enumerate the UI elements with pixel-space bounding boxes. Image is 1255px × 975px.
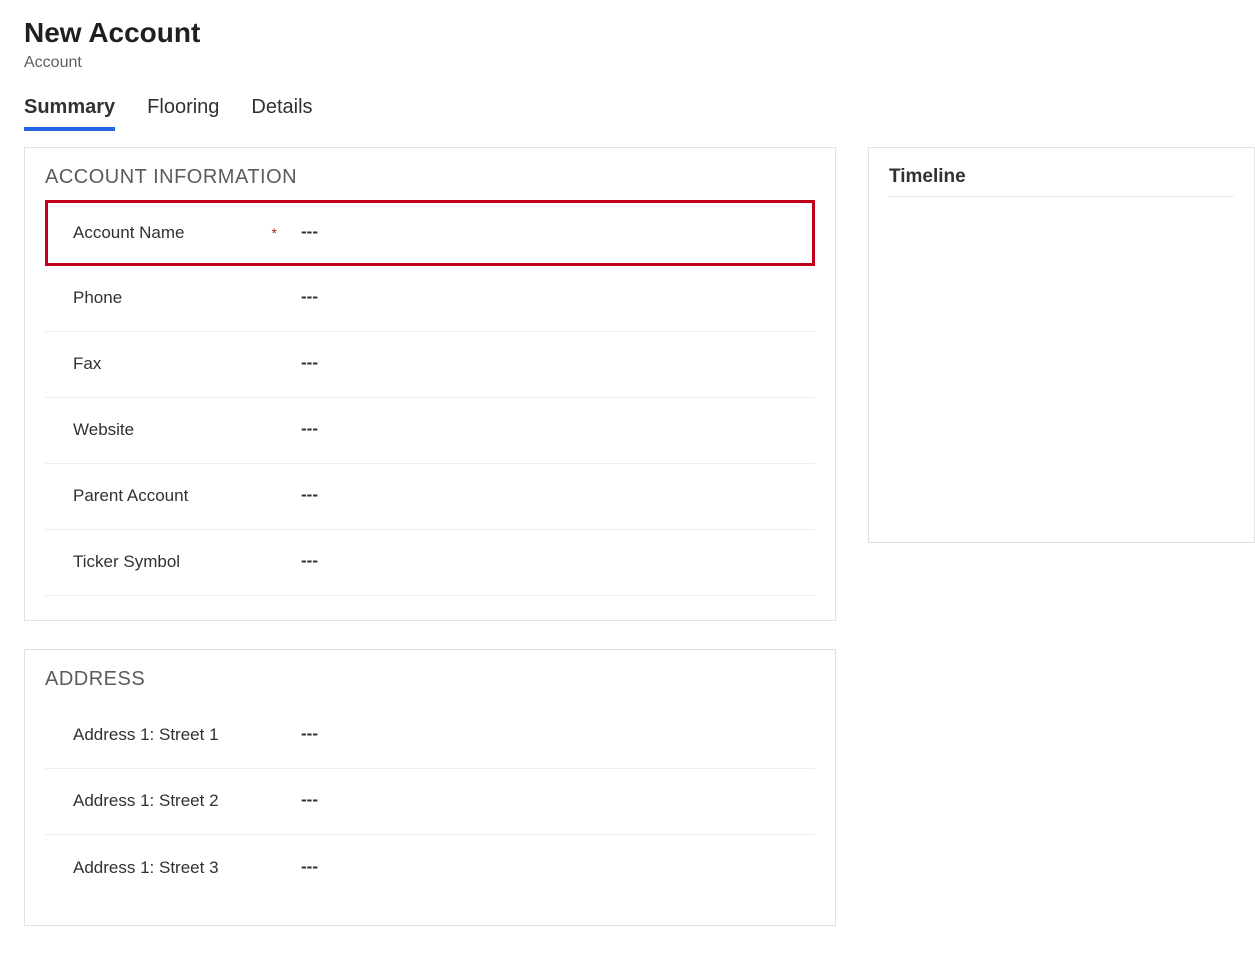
phone-field[interactable]: Phone ---: [45, 266, 815, 332]
field-label: Account Name: [73, 223, 185, 243]
tab-details[interactable]: Details: [251, 96, 312, 131]
address-section: ADDRESS Address 1: Street 1 --- Address …: [24, 649, 836, 926]
field-label: Phone: [73, 288, 122, 308]
field-label: Parent Account: [73, 486, 188, 506]
timeline-title: Timeline: [889, 166, 1234, 197]
account-information-section: ACCOUNT INFORMATION Account Name * --- P…: [24, 147, 836, 621]
address1-street3-field[interactable]: Address 1: Street 3 ---: [45, 835, 815, 901]
field-value[interactable]: ---: [301, 790, 318, 812]
field-label: Fax: [73, 354, 101, 374]
website-field[interactable]: Website ---: [45, 398, 815, 464]
page-subtitle: Account: [24, 54, 1255, 72]
field-value[interactable]: ---: [301, 857, 318, 879]
field-value[interactable]: ---: [301, 419, 318, 441]
ticker-symbol-field[interactable]: Ticker Symbol ---: [45, 530, 815, 596]
address1-street1-field[interactable]: Address 1: Street 1 ---: [45, 703, 815, 769]
tabs: Summary Flooring Details: [24, 96, 1255, 131]
field-label: Address 1: Street 3: [73, 858, 219, 878]
address1-street2-field[interactable]: Address 1: Street 2 ---: [45, 769, 815, 835]
field-value[interactable]: ---: [301, 485, 318, 507]
section-title-account-information: ACCOUNT INFORMATION: [45, 166, 815, 189]
tab-summary[interactable]: Summary: [24, 96, 115, 131]
field-label: Website: [73, 420, 134, 440]
parent-account-field[interactable]: Parent Account ---: [45, 464, 815, 530]
field-value[interactable]: ---: [301, 551, 318, 573]
timeline-section: Timeline: [868, 147, 1255, 543]
account-name-field[interactable]: Account Name * ---: [45, 200, 815, 266]
tab-flooring[interactable]: Flooring: [147, 96, 219, 131]
field-label: Address 1: Street 2: [73, 791, 219, 811]
field-label: Ticker Symbol: [73, 552, 180, 572]
field-value[interactable]: ---: [301, 222, 318, 244]
field-value[interactable]: ---: [301, 353, 318, 375]
field-label: Address 1: Street 1: [73, 725, 219, 745]
section-title-address: ADDRESS: [45, 668, 815, 691]
page-title: New Account: [24, 16, 1255, 50]
field-value[interactable]: ---: [301, 287, 318, 309]
field-value[interactable]: ---: [301, 724, 318, 746]
fax-field[interactable]: Fax ---: [45, 332, 815, 398]
required-icon: *: [272, 225, 277, 241]
